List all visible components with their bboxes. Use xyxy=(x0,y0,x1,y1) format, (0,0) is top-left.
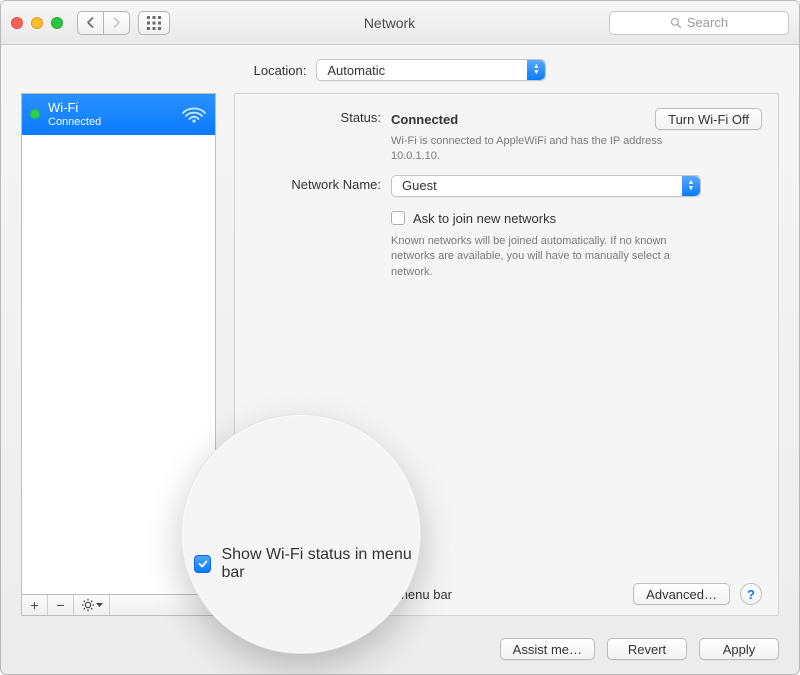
search-placeholder: Search xyxy=(687,15,728,30)
chevron-left-icon xyxy=(86,17,95,28)
search-icon xyxy=(670,17,682,29)
close-window-button[interactable] xyxy=(11,17,23,29)
footer-buttons: Assist me… Revert Apply xyxy=(21,628,779,660)
interface-list[interactable]: Wi-Fi Connected xyxy=(21,93,216,594)
back-button[interactable] xyxy=(77,11,103,35)
status-subtext: Wi-Fi is connected to AppleWiFi and has … xyxy=(391,134,701,165)
location-label: Location: xyxy=(254,63,307,78)
advanced-button[interactable]: Advanced… xyxy=(633,583,730,605)
interface-sidebar: Wi-Fi Connected xyxy=(21,93,216,616)
select-stepper-icon: ▲▼ xyxy=(527,60,545,80)
checkmark-icon xyxy=(253,589,263,599)
status-indicator-icon xyxy=(30,109,40,119)
window-controls xyxy=(11,17,63,29)
search-field[interactable]: Search xyxy=(609,11,789,35)
forward-button[interactable] xyxy=(103,11,130,35)
add-interface-button[interactable]: + xyxy=(22,595,48,615)
location-row: Location: Automatic ▲▼ xyxy=(21,59,779,81)
show-wifi-menubar-checkbox[interactable] xyxy=(251,587,265,601)
revert-button[interactable]: Revert xyxy=(607,638,687,660)
network-preferences-window: Network Search Location: Automatic ▲▼ xyxy=(0,0,800,675)
status-label: Status: xyxy=(251,108,391,125)
minimize-window-button[interactable] xyxy=(31,17,43,29)
titlebar: Network Search xyxy=(1,1,799,45)
assist-me-button[interactable]: Assist me… xyxy=(500,638,595,660)
detail-bottom-row: Show Wi-Fi status in menu bar Advanced… … xyxy=(251,583,762,605)
location-select[interactable]: Automatic ▲▼ xyxy=(316,59,546,81)
status-row: Status: Connected Turn Wi-Fi Off Wi-Fi i… xyxy=(251,108,762,165)
network-name-label: Network Name: xyxy=(251,175,391,192)
zoom-window-button[interactable] xyxy=(51,17,63,29)
network-name-row: Network Name: Guest ▲▼ Ask to join new n… xyxy=(251,175,762,280)
grid-icon xyxy=(147,16,161,30)
chevron-right-icon xyxy=(112,17,121,28)
select-stepper-icon: ▲▼ xyxy=(682,176,700,196)
ask-join-subtext: Known networks will be joined automatica… xyxy=(391,234,701,280)
window-title: Network xyxy=(178,15,601,31)
location-value: Automatic xyxy=(327,63,385,78)
chevron-down-icon xyxy=(96,603,103,608)
ask-join-checkbox[interactable] xyxy=(391,211,405,225)
remove-interface-button[interactable]: − xyxy=(48,595,74,615)
detail-pane: Status: Connected Turn Wi-Fi Off Wi-Fi i… xyxy=(234,93,779,616)
ask-join-label: Ask to join new networks xyxy=(413,211,556,226)
show-wifi-menubar-label: Show Wi-Fi status in menu bar xyxy=(275,587,452,602)
interface-list-toolbar: + − xyxy=(21,594,216,616)
main-split: Wi-Fi Connected xyxy=(21,93,779,616)
interface-item-text: Wi-Fi Connected xyxy=(48,100,173,129)
interface-item-title: Wi-Fi xyxy=(48,100,173,116)
gear-icon xyxy=(81,598,95,612)
interface-actions-button[interactable] xyxy=(74,595,110,615)
wifi-icon xyxy=(181,105,207,123)
show-all-button[interactable] xyxy=(138,11,170,35)
help-button[interactable]: ? xyxy=(740,583,762,605)
apply-button[interactable]: Apply xyxy=(699,638,779,660)
network-name-select[interactable]: Guest ▲▼ xyxy=(391,175,701,197)
interface-item-wifi[interactable]: Wi-Fi Connected xyxy=(22,94,215,135)
interface-item-subtitle: Connected xyxy=(48,116,173,129)
network-name-value: Guest xyxy=(402,178,437,193)
turn-wifi-off-button[interactable]: Turn Wi-Fi Off xyxy=(655,108,762,130)
status-value: Connected xyxy=(391,112,458,127)
content-area: Location: Automatic ▲▼ Wi-Fi Connected xyxy=(1,45,799,674)
nav-group xyxy=(77,11,130,35)
